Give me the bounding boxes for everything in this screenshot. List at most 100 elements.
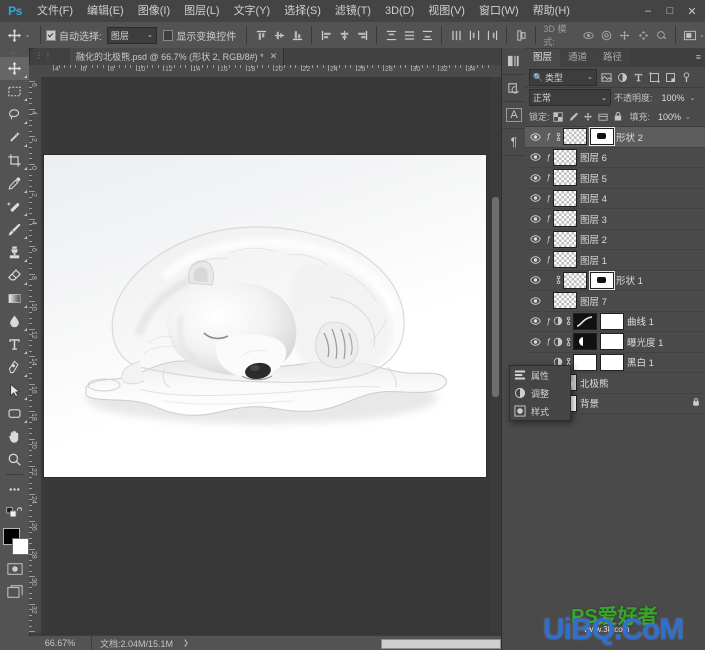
layer-row[interactable]: 形状 1 [525, 270, 705, 291]
layer-row[interactable]: ƒ 曝光度 1 [525, 332, 705, 353]
distribute-top-icon[interactable] [383, 27, 399, 44]
lock-transparent-pixels-icon[interactable] [552, 110, 565, 124]
tab-bar-grip[interactable]: ⋮⋮ [35, 51, 53, 60]
character-panel-icon[interactable]: A [502, 102, 526, 129]
opacity-chevron-icon[interactable]: ⌄ [690, 94, 696, 102]
layer-visibility-icon[interactable] [527, 291, 544, 310]
brush-tool[interactable] [0, 218, 29, 241]
menu-item-4[interactable]: 文字(Y) [227, 0, 278, 22]
layer-mask-thumbnail[interactable] [600, 353, 624, 371]
layer-row[interactable]: ƒ 图层 5 [525, 168, 705, 189]
zoom-tool[interactable] [0, 448, 29, 471]
background-color-swatch[interactable] [12, 538, 29, 555]
lock-position-icon[interactable] [582, 110, 595, 124]
align-right-edges-icon[interactable] [354, 27, 370, 44]
pen-tool[interactable] [0, 356, 29, 379]
eyedropper-tool[interactable] [0, 172, 29, 195]
auto-align-layers-icon[interactable] [513, 27, 529, 44]
distribute-right-icon[interactable] [484, 27, 500, 44]
layer-row[interactable]: ƒ 图层 6 [525, 148, 705, 168]
mask-link-icon[interactable] [563, 312, 573, 331]
layer-mask-thumbnail[interactable] [600, 312, 624, 330]
tools-panel-grip[interactable]: ⋯ [0, 48, 29, 57]
fill-chevron-icon[interactable]: ⌄ [685, 113, 691, 121]
minimize-button[interactable]: – [637, 0, 659, 22]
crop-tool[interactable] [0, 149, 29, 172]
layer-row[interactable]: ƒ 图层 1 [525, 250, 705, 271]
layer-thumbnail[interactable] [553, 169, 577, 187]
layer-thumbnail[interactable] [573, 333, 597, 351]
opacity-value[interactable]: 100% [655, 90, 687, 105]
rectangular-marquee-tool[interactable] [0, 80, 29, 103]
layer-thumbnail[interactable] [553, 210, 577, 228]
spot-healing-brush-tool[interactable] [0, 195, 29, 218]
layer-visibility-icon[interactable] [527, 230, 544, 249]
lasso-tool[interactable] [0, 103, 29, 126]
color-swatches[interactable] [0, 527, 29, 557]
styles-panel-row[interactable]: 样式 [510, 402, 570, 420]
filter-toggle-icon[interactable] [679, 70, 693, 85]
filter-adjustment-icon[interactable] [615, 70, 629, 85]
menu-item-5[interactable]: 选择(S) [277, 0, 328, 22]
floating-panel-properties[interactable]: 属性 调整 样式 [509, 365, 571, 421]
align-left-edges-icon[interactable] [318, 27, 334, 44]
menu-item-3[interactable]: 图层(L) [177, 0, 226, 22]
layer-visibility-icon[interactable] [527, 209, 544, 228]
document-tab[interactable]: 融化的北极熊.psd @ 66.7% (形状 2, RGB/8#) * ✕ [70, 48, 285, 65]
layer-row[interactable]: ƒ 形状 2 [525, 127, 705, 148]
tab-channels[interactable]: 通道 [560, 49, 596, 67]
layer-thumbnail[interactable] [553, 292, 577, 310]
mask-link-icon[interactable] [553, 127, 563, 146]
move-tool[interactable] [0, 57, 29, 80]
close-icon[interactable]: ✕ [270, 51, 278, 62]
auto-select-checkbox[interactable] [45, 29, 57, 41]
filter-pixel-icon[interactable] [599, 70, 613, 85]
distribute-bottom-icon[interactable] [419, 27, 435, 44]
layer-row[interactable]: ƒ 图层 4 [525, 189, 705, 209]
zoom-level[interactable]: 66.67% [29, 636, 92, 650]
auto-select-scope-dropdown[interactable]: 图层 ⌄ [106, 26, 157, 44]
blend-mode-dropdown[interactable]: 正常 ⌄ [529, 89, 611, 106]
tab-paths[interactable]: 路径 [595, 49, 631, 67]
panel-menu-icon[interactable]: ≡ [696, 52, 701, 62]
status-expander-icon[interactable]: ❯ [183, 639, 189, 647]
tab-layers[interactable]: 图层 [525, 49, 561, 67]
mask-link-icon[interactable] [553, 271, 563, 290]
align-bottom-edges-icon[interactable] [289, 27, 305, 44]
roll-3d-icon[interactable] [599, 27, 615, 44]
quick-mask-icon[interactable] [0, 557, 29, 580]
layer-row[interactable]: ƒ 图层 3 [525, 209, 705, 230]
filter-smartobject-icon[interactable] [663, 70, 677, 85]
align-top-edges-icon[interactable] [253, 27, 269, 44]
canvas-vertical-scrollbar[interactable] [489, 77, 501, 633]
layer-row[interactable]: ƒ 曲线 1 [525, 312, 705, 332]
vector-mask-thumbnail[interactable] [589, 270, 615, 290]
adjustments-panel-row[interactable]: 调整 [510, 384, 570, 402]
layer-visibility-icon[interactable] [527, 250, 544, 269]
lock-artboard-nesting-icon[interactable] [597, 110, 610, 124]
artboard[interactable] [44, 155, 486, 477]
align-horizontal-centers-icon[interactable] [336, 27, 352, 44]
rectangle-shape-tool[interactable] [0, 402, 29, 425]
close-button[interactable]: ✕ [681, 0, 703, 22]
slide-3d-icon[interactable] [635, 27, 651, 44]
layer-visibility-icon[interactable] [527, 312, 544, 331]
layer-thumbnail[interactable] [573, 353, 597, 371]
layer-thumbnail[interactable] [563, 128, 587, 146]
quick-selection-tool[interactable] [0, 126, 29, 149]
layer-visibility-icon[interactable] [527, 127, 544, 146]
align-vertical-centers-icon[interactable] [271, 27, 287, 44]
layer-visibility-icon[interactable] [527, 332, 544, 351]
hand-tool[interactable] [0, 425, 29, 448]
move-tool-icon[interactable] [4, 24, 25, 46]
fill-value[interactable]: 100% [652, 109, 684, 124]
properties-panel-row[interactable]: 属性 [510, 366, 570, 384]
workspace-chevron-icon[interactable]: ⌄ [699, 31, 705, 39]
scale-3d-icon[interactable] [653, 27, 669, 44]
layer-visibility-icon[interactable] [527, 168, 544, 187]
distribute-horizontal-center-icon[interactable] [466, 27, 482, 44]
clone-stamp-tool[interactable] [0, 241, 29, 264]
paragraph-panel-icon[interactable]: ¶ [502, 129, 526, 156]
menu-item-10[interactable]: 帮助(H) [526, 0, 577, 22]
canvas-area[interactable] [41, 77, 501, 633]
